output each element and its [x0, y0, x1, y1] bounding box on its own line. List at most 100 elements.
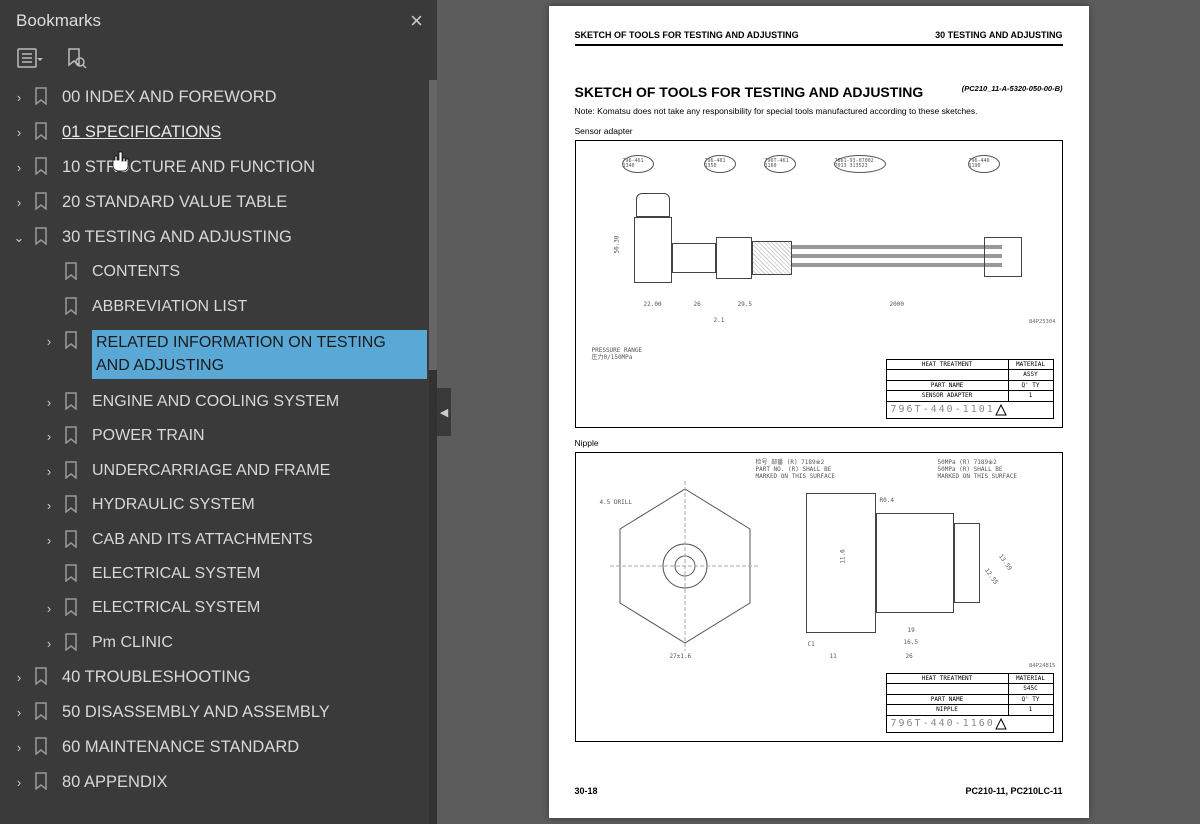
bookmark-label: CAB AND ITS ATTACHMENTS [92, 529, 427, 551]
section-note: Note: Komatsu does not take any responsi… [575, 106, 1063, 116]
chevron-right-icon[interactable]: › [40, 394, 58, 412]
callout: 796-446 1190 [968, 155, 1000, 173]
callout: 796T-461 1160 [764, 155, 796, 173]
bookmark-item[interactable]: ›40 TROUBLESHOOTING [0, 660, 427, 695]
bookmark-item[interactable]: ⌄30 TESTING AND ADJUSTING [0, 220, 427, 255]
bookmark-item[interactable]: › HYDRAULIC SYSTEM [0, 488, 427, 522]
bookmark-item[interactable]: › POWER TRAIN [0, 419, 427, 453]
sidebar-header: Bookmarks × [0, 0, 437, 42]
bookmark-icon [64, 297, 82, 317]
pdf-page: SKETCH OF TOOLS FOR TESTING AND ADJUSTIN… [549, 6, 1089, 818]
bookmark-icon [64, 633, 82, 653]
bookmarks-list[interactable]: › 00 INDEX AND FOREWORD › 01 SPECIFICATIONS… [0, 80, 437, 824]
bookmark-item[interactable]: › Pm CLINIC [0, 626, 427, 660]
bookmark-item[interactable]: › CAB AND ITS ATTACHMENTS [0, 523, 427, 557]
chevron-right-icon[interactable]: › [10, 194, 28, 212]
close-icon[interactable]: × [410, 8, 423, 34]
bookmark-icon [34, 157, 52, 177]
chevron-right-icon[interactable]: › [40, 497, 58, 515]
bookmark-options-button[interactable] [16, 46, 44, 70]
bookmark-label: HYDRAULIC SYSTEM [92, 494, 427, 516]
bookmark-label: 60 MAINTENANCE STANDARD [62, 736, 427, 759]
bookmark-item[interactable]: ›UNDERCARRIAGE AND FRAME [0, 454, 427, 488]
bookmark-icon [64, 495, 82, 515]
dim-label: 27±1.6 [670, 653, 692, 660]
bookmark-icon [64, 262, 82, 282]
dim-label: 22.00 [644, 301, 662, 308]
bookmark-item[interactable]: ›50 DISASSEMBLY AND ASSEMBLY [0, 695, 427, 730]
chevron-right-icon[interactable]: › [10, 774, 28, 792]
bookmark-item[interactable]: ›ENGINE AND COOLING SYSTEM [0, 385, 427, 419]
bookmark-label: POWER TRAIN [92, 425, 427, 447]
bookmark-icon [64, 331, 82, 351]
bookmark-item[interactable]: › 20 STANDARD VALUE TABLE [0, 185, 427, 220]
bookmark-item[interactable]: ›RELATED INFORMATION ON TESTING AND ADJU… [0, 324, 427, 385]
bookmark-icon [34, 122, 52, 142]
bookmark-label: CONTENTS [92, 261, 427, 283]
chevron-right-icon[interactable]: › [40, 532, 58, 550]
chevron-right-icon[interactable]: › [10, 124, 28, 142]
bookmark-label: 00 INDEX AND FOREWORD [62, 86, 427, 109]
bookmark-icon [64, 426, 82, 446]
chevron-right-icon[interactable]: › [10, 89, 28, 107]
figure1-diagram: 796-461 1340 796-461 1350 796T-461 1160 … [575, 140, 1063, 428]
bookmark-item[interactable]: › 01 SPECIFICATIONS [0, 115, 427, 150]
document-viewer[interactable]: SKETCH OF TOOLS FOR TESTING AND ADJUSTIN… [437, 0, 1200, 824]
dim-label: C1 [808, 641, 815, 648]
bookmarks-sidebar: Bookmarks × › 00 INDEX AND FOREWORD › 01 SP… [0, 0, 437, 824]
dim-label: 11.6 [839, 549, 846, 563]
dim-label: 13.59 [996, 553, 1012, 572]
figure2-diagram: 4.5 DRILL 27±1.6 11 26 16.5 19 C1 12.55 … [575, 452, 1063, 742]
bookmark-icon [64, 461, 82, 481]
bookmark-icon [34, 772, 52, 792]
find-bookmark-button[interactable] [62, 46, 90, 70]
bookmark-item[interactable]: ›ABBREVIATION LIST [0, 290, 427, 324]
figure1-label: Sensor adapter [575, 126, 1063, 136]
bookmark-item[interactable]: ›CONTENTS [0, 255, 427, 289]
dim-label: 26 [694, 301, 701, 308]
bookmark-icon [64, 598, 82, 618]
chevron-right-icon[interactable]: › [40, 333, 58, 351]
bookmark-icon [64, 530, 82, 550]
dim-label: 12.55 [982, 567, 998, 586]
sidebar-title: Bookmarks [16, 11, 101, 31]
chevron-right-icon[interactable]: › [10, 159, 28, 177]
chevron-right-icon[interactable]: › [40, 428, 58, 446]
bookmark-item[interactable]: › 60 MAINTENANCE STANDARD [0, 730, 427, 765]
dim-label: 29.5 [738, 301, 752, 308]
chevron-right-icon[interactable]: › [10, 669, 28, 687]
bookmark-label: ELECTRICAL SYSTEM [92, 597, 427, 619]
chevron-right-icon[interactable]: › [10, 704, 28, 722]
bookmark-label: 01 SPECIFICATIONS [62, 121, 427, 144]
bookmark-item[interactable]: ›ELECTRICAL SYSTEM [0, 557, 427, 591]
bookmark-icon [34, 702, 52, 722]
bookmark-item[interactable]: › 00 INDEX AND FOREWORD [0, 80, 427, 115]
bookmark-label: 10 STRUCTURE AND FUNCTION [62, 156, 427, 179]
callout: 796-461 1350 [704, 155, 736, 173]
chevron-right-icon[interactable]: › [40, 635, 58, 653]
chevron-right-icon[interactable]: › [40, 600, 58, 618]
collapse-sidebar-handle[interactable]: ◀ [437, 388, 451, 436]
bookmark-item[interactable]: ›80 APPENDIX [0, 765, 427, 800]
dim-label: 56.30 [613, 235, 620, 253]
bookmark-icon [34, 737, 52, 757]
page-footer: 30-18 PC210-11, PC210LC-11 [575, 786, 1063, 796]
chevron-right-icon[interactable]: › [40, 463, 58, 481]
chevron-down-icon[interactable]: ⌄ [10, 229, 28, 247]
callout: 7861-93-07002 7013 313523 [834, 155, 886, 173]
bookmark-icon [34, 87, 52, 107]
page-number: 30-18 [575, 786, 598, 796]
doc-code: (PC210_11-A-5320-050-00-B) [962, 84, 1063, 93]
bookmark-label: Pm CLINIC [92, 632, 427, 654]
bookmark-label: ABBREVIATION LIST [92, 296, 427, 318]
bookmark-label: 20 STANDARD VALUE TABLE [62, 191, 427, 214]
bookmark-item[interactable]: › ELECTRICAL SYSTEM [0, 591, 427, 625]
bookmark-item[interactable]: › 10 STRUCTURE AND FUNCTION [0, 150, 427, 185]
sidebar-toolbar [0, 42, 437, 80]
page-header: SKETCH OF TOOLS FOR TESTING AND ADJUSTIN… [575, 30, 1063, 46]
drawing-number: 84P25304 [1029, 319, 1056, 325]
chevron-right-icon[interactable]: › [10, 739, 28, 757]
scrollbar-thumb[interactable] [429, 80, 437, 370]
figure2-label: Nipple [575, 438, 1063, 448]
scrollbar-track[interactable] [429, 80, 437, 824]
